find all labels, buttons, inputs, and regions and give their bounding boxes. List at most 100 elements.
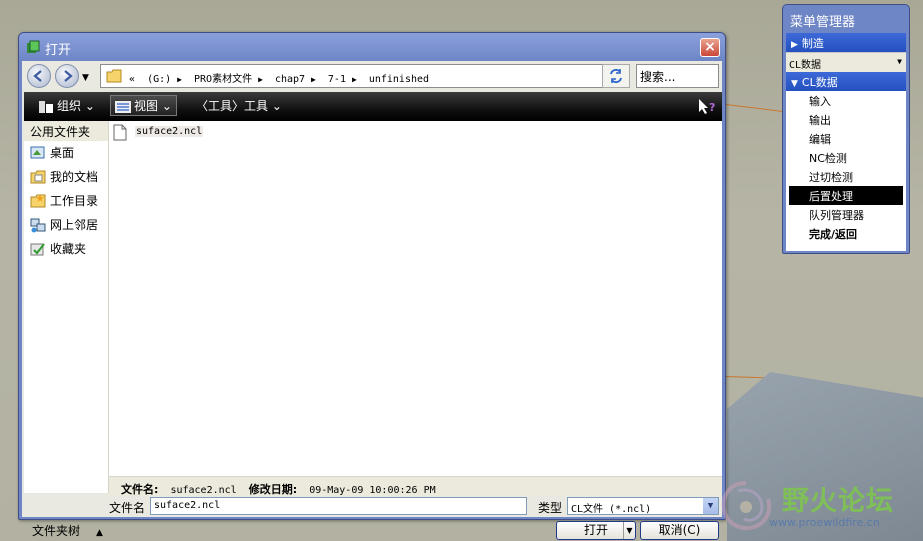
- menu-manufacture[interactable]: ▶ 制造: [786, 33, 906, 52]
- svg-text:?: ?: [709, 101, 715, 114]
- breadcrumb-item[interactable]: «: [129, 74, 135, 85]
- close-icon: ×: [704, 39, 716, 55]
- cancel-button[interactable]: 取消(C): [640, 521, 719, 540]
- menu-item-queue-manager[interactable]: 队列管理器: [786, 205, 906, 224]
- file-type-select[interactable]: CL文件 (*.ncl) ▼: [567, 497, 719, 515]
- app-icon: [27, 40, 40, 53]
- filename-label: 文件名: [109, 501, 146, 515]
- sidebar-header: 公用文件夹: [24, 121, 108, 141]
- sidebar-item-favorites[interactable]: 收藏夹: [24, 237, 108, 261]
- views-menu[interactable]: 视图 ⌄: [110, 95, 177, 116]
- menu-item-input[interactable]: 输入: [786, 91, 906, 110]
- tools-menu[interactable]: 〈工具〉工具 ⌄: [196, 97, 282, 114]
- sidebar-item-label: 桌面: [50, 146, 75, 160]
- triangle-down-icon: ▼: [791, 79, 798, 89]
- forward-button[interactable]: [55, 64, 79, 88]
- folder-tree-label: 文件夹树: [32, 524, 81, 538]
- sidebar-item-desktop[interactable]: 桌面: [24, 141, 108, 165]
- file-icon: [113, 124, 127, 141]
- menu-manager: 菜单管理器 ▶ 制造 CL数据 ▼ ▼ CL数据 输入 输出 编辑 NC检测 过切检…: [782, 4, 910, 254]
- search-input[interactable]: 搜索...: [636, 64, 719, 88]
- dialog-body: ▼ « (G:) ▶ PRO素材文件 ▶ chap7 ▶ 7-1 ▶ unfinishe…: [22, 61, 722, 540]
- breadcrumb-item[interactable]: 7-1: [328, 74, 346, 85]
- menu-dropdown-value: CL数据: [789, 60, 822, 71]
- arrow-right-icon: [64, 70, 73, 82]
- favorites-icon: [30, 243, 45, 256]
- arrow-left-icon: [33, 70, 42, 82]
- menu-manager-title: 菜单管理器: [790, 15, 856, 30]
- menu-cl-section-label: CL数据: [801, 76, 838, 89]
- open-button[interactable]: 打开 ▼: [556, 521, 636, 540]
- file-name: suface2.ncl: [135, 126, 204, 137]
- menu-item-post-process[interactable]: 后置处理: [789, 186, 903, 205]
- dialog-titlebar: 打开 ×: [19, 33, 725, 61]
- close-button[interactable]: ×: [700, 38, 720, 57]
- menu-item-edit[interactable]: 编辑: [786, 129, 906, 148]
- menu-cl-data-section[interactable]: ▼ CL数据: [786, 72, 906, 91]
- filename-input[interactable]: suface2.ncl: [150, 497, 527, 515]
- working-directory-icon: [30, 194, 46, 208]
- file-details: 文件名: suface2.ncl 修改日期: 09-May-09 10:00:2…: [109, 476, 722, 496]
- details-modified-label: 修改日期:: [248, 483, 298, 496]
- chevron-right-icon: ▶: [177, 75, 182, 84]
- network-icon: [30, 218, 46, 233]
- breadcrumb-item[interactable]: PRO素材文件: [194, 74, 252, 85]
- open-options-dropdown[interactable]: ▼: [623, 522, 635, 539]
- dialog-title: 打开: [45, 43, 72, 58]
- file-type-value: CL文件 (*.ncl): [571, 504, 652, 515]
- open-dialog: 打开 × ▼ « (G:) ▶ PRO素材文件 ▶ chap7 ▶ 7-1 ▶ unfi…: [18, 32, 726, 540]
- refresh-button[interactable]: [602, 64, 630, 88]
- breadcrumb: « (G:) ▶ PRO素材文件 ▶ chap7 ▶ 7-1 ▶ unfinished: [129, 70, 435, 85]
- file-list: suface2.ncl: [109, 121, 722, 476]
- chevron-down-icon: ▼: [897, 57, 902, 66]
- chevron-right-icon: ▶: [258, 75, 263, 84]
- chevron-right-icon: ▶: [351, 75, 357, 84]
- triangle-right-icon: ▶: [791, 40, 798, 50]
- menu-item-gouge-check[interactable]: 过切检测: [786, 167, 906, 186]
- chevron-right-icon: ▶: [311, 75, 316, 84]
- type-label: 类型: [538, 501, 563, 515]
- sidebar-item-network[interactable]: 网上邻居: [24, 213, 108, 237]
- scene-edge-line: [725, 104, 783, 112]
- details-filename-label: 文件名:: [121, 483, 159, 496]
- chevron-up-icon: ▲: [96, 528, 103, 538]
- history-dropdown[interactable]: ▼: [82, 73, 89, 83]
- forum-watermark: 野火论坛 www.proewildfire.cn: [716, 475, 916, 537]
- address-bar[interactable]: « (G:) ▶ PRO素材文件 ▶ chap7 ▶ 7-1 ▶ unfinished …: [100, 64, 630, 88]
- folder-tree-toggle[interactable]: 文件夹树 ▲: [32, 522, 103, 539]
- details-filename-value: suface2.ncl: [170, 485, 237, 496]
- organize-icon: [39, 100, 53, 113]
- views-icon: [115, 100, 131, 113]
- desktop-icon: [30, 146, 45, 159]
- help-icon[interactable]: ?: [698, 98, 716, 116]
- organize-menu[interactable]: 组织 ⌄: [38, 97, 95, 114]
- sidebar-item-label: 网上邻居: [50, 218, 99, 232]
- menu-manufacture-label: 制造: [801, 37, 824, 50]
- watermark-url: www.proewildfire.cn: [769, 516, 880, 529]
- sidebar-item-label: 收藏夹: [50, 242, 87, 256]
- menu-cl-dropdown[interactable]: CL数据 ▼: [786, 52, 906, 72]
- menu-item-done-return[interactable]: 完成/返回: [786, 224, 906, 243]
- back-button[interactable]: [27, 64, 51, 88]
- sidebar-item-my-documents[interactable]: 我的文档: [24, 165, 108, 189]
- folder-icon: [106, 69, 122, 83]
- menu-item-nc-check[interactable]: NC检测: [786, 148, 906, 167]
- toolbar: 组织 ⌄ 视图 ⌄ 〈工具〉工具 ⌄ ?: [24, 92, 722, 121]
- views-label: 视图: [134, 99, 159, 113]
- breadcrumb-item[interactable]: unfinished: [369, 74, 429, 85]
- watermark-text: 野火论坛: [782, 486, 894, 517]
- sidebar: 公用文件夹 桌面 我的文档 工作目录 网上邻居 收藏夹: [24, 121, 109, 493]
- sidebar-item-label: 工作目录: [50, 194, 99, 208]
- breadcrumb-item[interactable]: (G:): [147, 74, 171, 85]
- sidebar-item-label: 我的文档: [50, 170, 99, 184]
- menu-body: ▶ 制造 CL数据 ▼ ▼ CL数据 输入 输出 编辑 NC检测 过切检测 后置处理…: [786, 33, 906, 251]
- breadcrumb-item[interactable]: chap7: [275, 74, 305, 85]
- organize-label: 组织: [57, 99, 82, 113]
- details-modified-value: 09-May-09 10:00:26 PM: [309, 485, 436, 496]
- refresh-icon: [610, 69, 622, 83]
- sidebar-item-working-directory[interactable]: 工作目录: [24, 189, 108, 213]
- my-documents-icon: [30, 170, 46, 184]
- watermark-logo-icon: [721, 481, 772, 530]
- menu-item-output[interactable]: 输出: [786, 110, 906, 129]
- open-label: 打开: [583, 523, 608, 537]
